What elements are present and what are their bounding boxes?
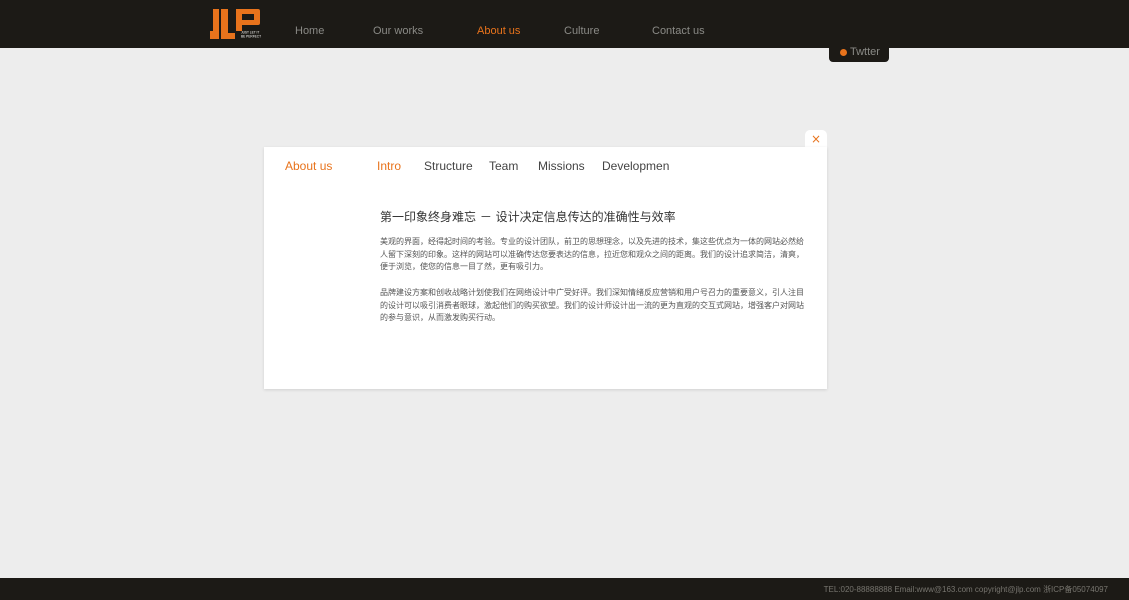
intro-paragraph-1: 美观的界面，经得起时间的考验。专业的设计团队，前卫的思想理念，以及先进的技术，集… — [380, 237, 804, 272]
nav-culture[interactable]: Culture — [564, 25, 599, 37]
tab-structure[interactable]: Structure — [424, 159, 473, 173]
footer-info: TEL:020-88888888 Email:www@163.com copyr… — [823, 585, 1108, 594]
twitter-label: Twtter — [850, 46, 880, 58]
intro-paragraph-2: 品牌建设方案和创收战略计划使我们在网络设计中广受好评。我们深知情绪反应营销和用户… — [380, 288, 804, 323]
close-icon[interactable]: × — [805, 130, 827, 147]
top-navbar — [0, 0, 1129, 48]
nav-contact-us[interactable]: Contact us — [652, 25, 705, 37]
tab-missions[interactable]: Missions — [538, 159, 585, 173]
tab-development[interactable]: Developmen — [602, 159, 669, 173]
content-heading: 第一印象终身难忘 － 设计决定信息传达的准确性与效率 — [380, 210, 676, 224]
nav-home[interactable]: Home — [295, 25, 324, 37]
svg-text:BE PERFECT: BE PERFECT — [241, 35, 261, 39]
bullet-dot-icon — [840, 49, 847, 56]
jlp-logo[interactable]: JUST LET IT BE PERFECT — [210, 9, 262, 39]
nav-our-works[interactable]: Our works — [373, 25, 423, 37]
tab-team[interactable]: Team — [489, 159, 518, 173]
panel-title: About us — [285, 159, 333, 173]
twitter-button[interactable]: Twtter — [829, 45, 889, 62]
nav-about-us[interactable]: About us — [477, 25, 520, 37]
tab-intro[interactable]: Intro — [377, 159, 401, 173]
